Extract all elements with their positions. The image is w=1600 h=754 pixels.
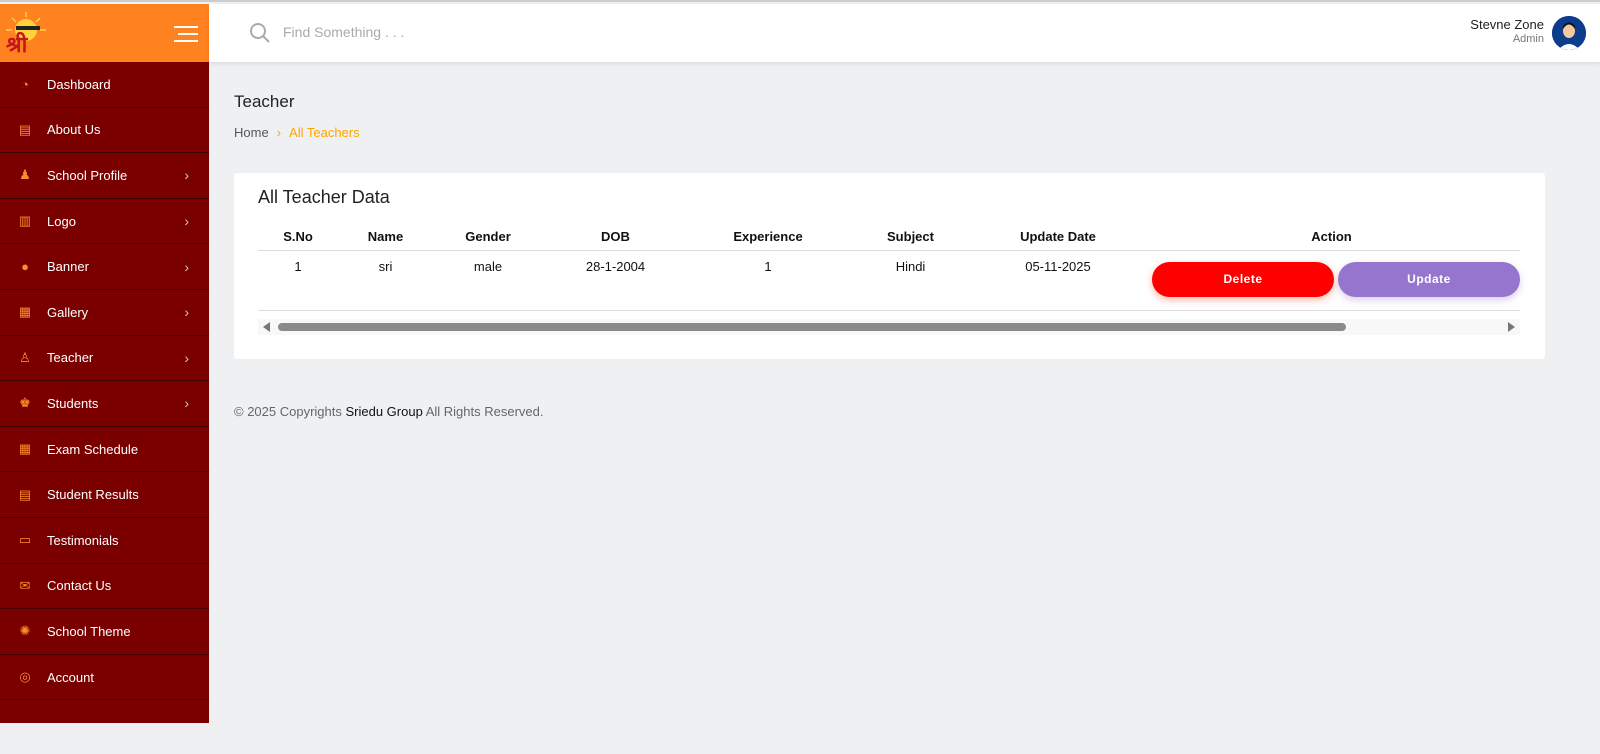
cell-gender: male xyxy=(433,250,543,311)
mail-icon: ✉ xyxy=(19,577,31,593)
sidebar-item-dashboard[interactable]: ◔ Dashboard xyxy=(0,62,209,108)
teacher-table: S.No Name Gender DOB Experience Subject … xyxy=(258,223,1520,311)
avatar[interactable] xyxy=(1552,16,1586,50)
sidebar-item-label: Teacher xyxy=(47,350,94,366)
teacher-icon: ♙ xyxy=(19,349,31,365)
user-info[interactable]: Stevne Zone Admin xyxy=(1470,17,1544,45)
sidebar-item-label: School Theme xyxy=(47,623,131,639)
teacher-table-card: All Teacher Data S.No Name Gender DOB Ex… xyxy=(234,173,1545,359)
sidebar-item-label: Students xyxy=(47,395,99,411)
sidebar-item-gallery[interactable]: ▦ Gallery › xyxy=(0,290,209,336)
sidebar-item-school-theme[interactable]: ✺ School Theme xyxy=(0,609,209,655)
sidebar-item-label: Account xyxy=(47,669,94,685)
cell-name: sri xyxy=(338,250,433,311)
search-icon[interactable] xyxy=(249,22,271,44)
cell-action: Delete Update xyxy=(1143,250,1520,311)
footer-company-link[interactable]: Sriedu Group xyxy=(345,404,422,419)
chat-icon: ▭ xyxy=(18,532,32,548)
calendar-icon: ▦ xyxy=(18,441,32,457)
breadcrumb-chevron-icon: › xyxy=(276,125,282,140)
sidebar-item-teacher[interactable]: ♙ Teacher › xyxy=(0,336,209,382)
scrollbar-thumb[interactable] xyxy=(278,323,1346,331)
sidebar-item-label: Testimonials xyxy=(47,532,119,548)
col-name: Name xyxy=(338,223,433,251)
sidebar-item-label: Gallery xyxy=(47,304,89,320)
footer-text: © 2025 Copyrights xyxy=(234,404,346,419)
chevron-right-icon: › xyxy=(184,395,189,412)
chevron-right-icon: › xyxy=(184,349,189,366)
sidebar-item-contact-us[interactable]: ✉ Contact Us xyxy=(0,564,209,610)
book-icon: ▤ xyxy=(18,121,32,137)
sidebar-item-label: Student Results xyxy=(47,487,139,503)
cell-subject: Hindi xyxy=(848,250,973,311)
search-input[interactable] xyxy=(283,24,583,40)
chevron-right-icon: › xyxy=(184,167,189,184)
brand-header: श्री xyxy=(0,4,209,62)
users-icon: ♟ xyxy=(19,167,31,183)
user-circle-icon: ◎ xyxy=(19,669,31,685)
col-gender: Gender xyxy=(433,223,543,251)
sidebar-item-label: Exam Schedule xyxy=(47,441,139,457)
sidebar-item-label: Contact Us xyxy=(47,578,112,594)
cell-dob: 28-1-2004 xyxy=(543,250,688,311)
col-dob: DOB xyxy=(543,223,688,251)
sidebar-item-account[interactable]: ◎ Account xyxy=(0,655,209,701)
speedometer-icon: ◔ xyxy=(21,76,29,92)
globe-icon: ● xyxy=(21,259,29,275)
sidebar-item-label: Banner xyxy=(47,259,89,275)
building-icon: ▦ xyxy=(18,304,32,320)
user-name: Stevne Zone xyxy=(1470,17,1544,32)
chevron-right-icon: › xyxy=(184,213,189,230)
page-title: Teacher xyxy=(234,92,295,111)
card-title: All Teacher Data xyxy=(258,187,390,207)
results-icon: ▤ xyxy=(18,486,32,502)
menu-toggle-icon[interactable] xyxy=(174,26,198,47)
sidebar-item-label: Dashboard xyxy=(47,76,111,92)
scroll-right-icon[interactable] xyxy=(1508,322,1515,332)
top-bar: Stevne Zone Admin xyxy=(209,4,1600,62)
sidebar-item-label: School Profile xyxy=(47,167,128,183)
footer-suffix: All Rights Reserved. xyxy=(422,404,544,419)
students-icon: ♚ xyxy=(19,395,31,411)
cell-experience: 1 xyxy=(688,250,848,311)
scroll-left-icon[interactable] xyxy=(263,322,270,332)
svg-text:श्री: श्री xyxy=(6,31,29,56)
breadcrumb: Home › All Teachers xyxy=(234,125,360,140)
breadcrumb-home[interactable]: Home xyxy=(234,125,269,140)
col-sno: S.No xyxy=(258,223,338,251)
breadcrumb-current: All Teachers xyxy=(289,125,360,140)
sidebar-item-exam-schedule[interactable]: ▦ Exam Schedule xyxy=(0,427,209,473)
col-update-date: Update Date xyxy=(973,223,1143,251)
col-subject: Subject xyxy=(848,223,973,251)
document-icon: ▥ xyxy=(18,213,32,229)
update-button[interactable]: Update xyxy=(1338,261,1520,297)
sidebar-item-students[interactable]: ♚ Students › xyxy=(0,381,209,427)
cell-update-date: 05-11-2025 xyxy=(973,250,1143,311)
user-role: Admin xyxy=(1512,33,1544,45)
sidebar-item-logo[interactable]: ▥ Logo › xyxy=(0,199,209,245)
logo[interactable]: श्री xyxy=(2,10,46,56)
chevron-right-icon: › xyxy=(184,258,189,275)
cell-sno: 1 xyxy=(258,250,338,311)
gear-icon: ✺ xyxy=(19,623,31,639)
sidebar: ◔ Dashboard ▤ About Us ♟ School Profile › ▥ Logo… xyxy=(0,62,209,723)
sidebar-item-school-profile[interactable]: ♟ School Profile › xyxy=(0,153,209,199)
sidebar-item-banner[interactable]: ● Banner › xyxy=(0,244,209,290)
col-action: Action xyxy=(1143,223,1520,251)
sidebar-item-student-results[interactable]: ▤ Student Results xyxy=(0,472,209,518)
sidebar-item-testimonials[interactable]: ▭ Testimonials xyxy=(0,518,209,564)
sidebar-item-about-us[interactable]: ▤ About Us xyxy=(0,108,209,154)
table-row: 1 sri male 28-1-2004 1 Hindi 05-11-2025 … xyxy=(258,250,1520,311)
sidebar-item-label: Logo xyxy=(47,213,76,229)
col-experience: Experience xyxy=(688,223,848,251)
chevron-right-icon: › xyxy=(184,304,189,321)
horizontal-scrollbar[interactable] xyxy=(258,319,1520,335)
sidebar-item-label: About Us xyxy=(47,122,101,138)
delete-button[interactable]: Delete xyxy=(1152,261,1334,297)
footer: © 2025 Copyrights Sriedu Group All Right… xyxy=(234,404,543,419)
